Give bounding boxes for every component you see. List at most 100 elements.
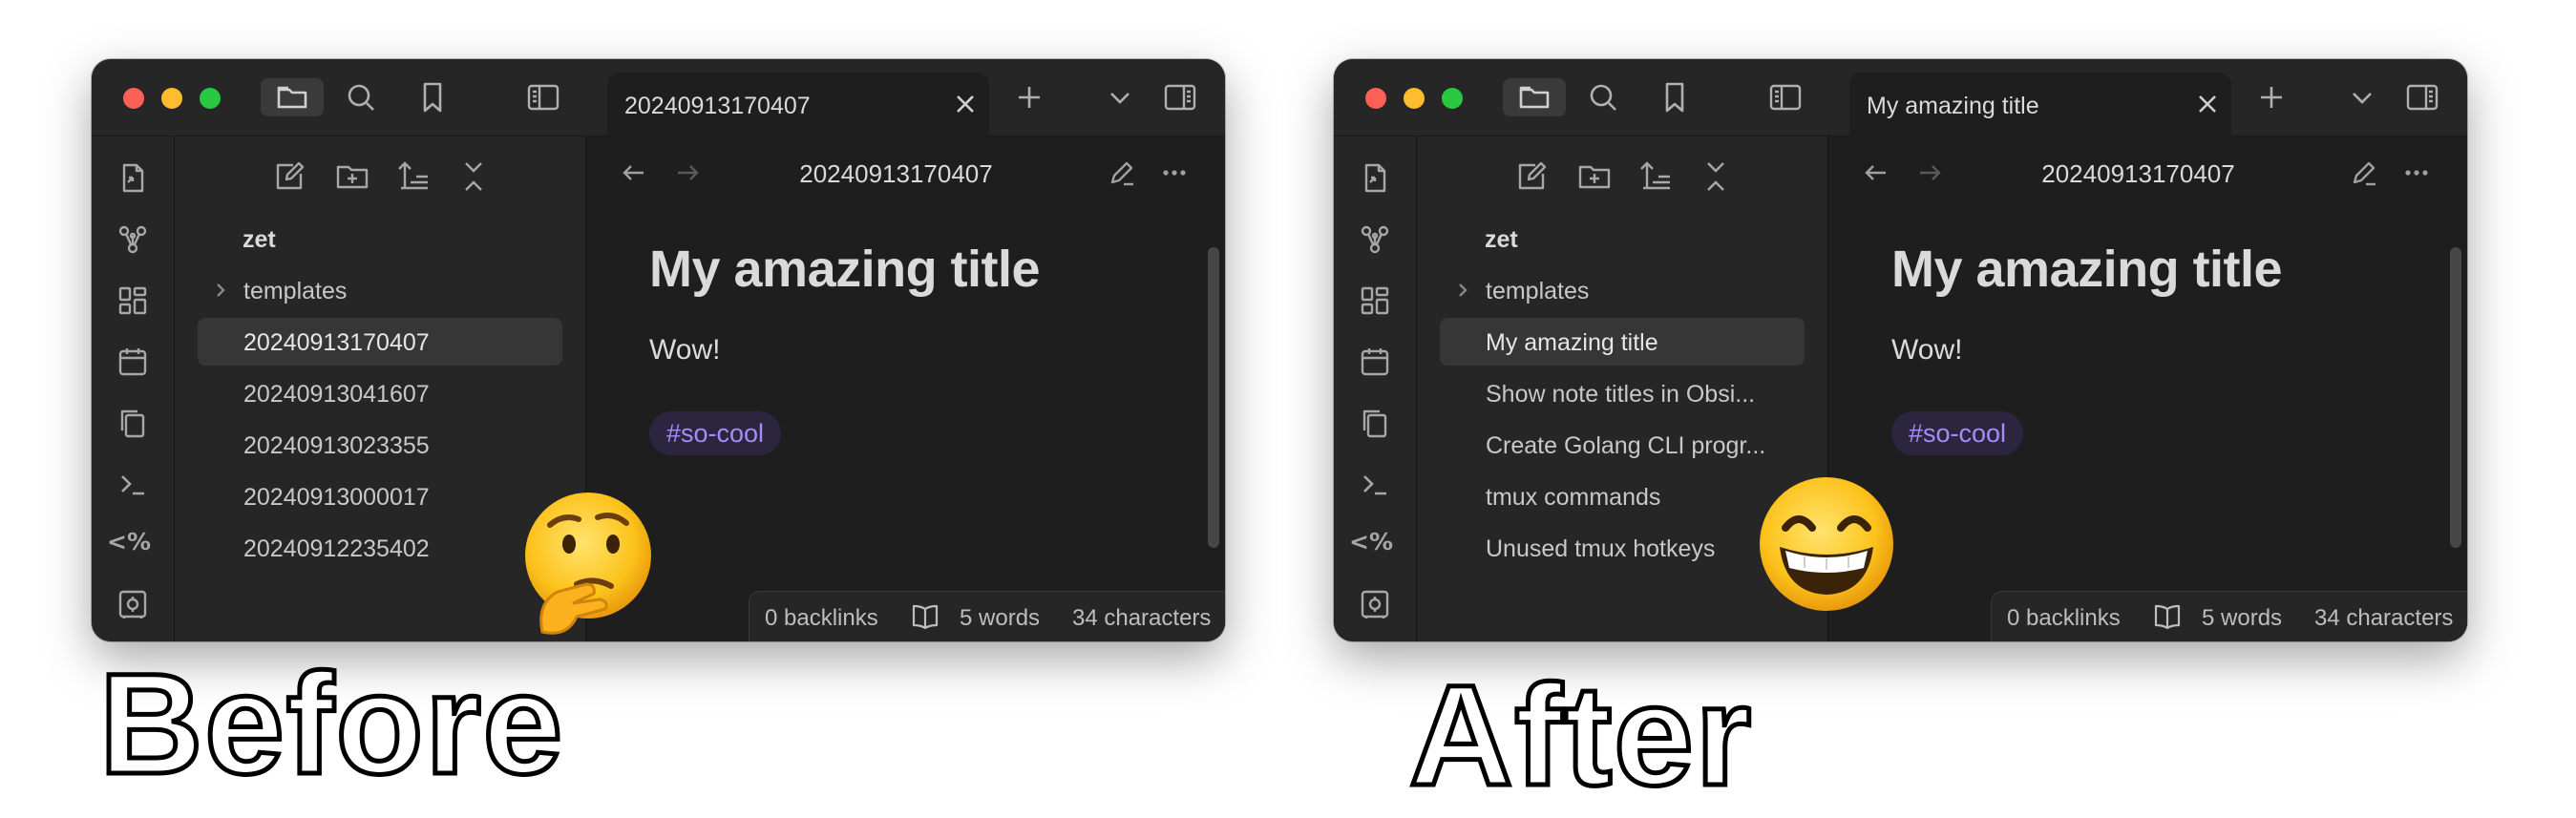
tab-list-icon[interactable] [1101, 78, 1139, 116]
collapse-all-icon[interactable] [454, 157, 493, 196]
word-count: 5 words [2202, 605, 2283, 631]
new-folder-icon[interactable] [333, 157, 371, 196]
right-sidebar-icon[interactable] [2403, 78, 2441, 116]
bookmark-icon[interactable] [413, 78, 452, 116]
scrollbar[interactable] [2442, 201, 2467, 641]
sidebar-toggle-icon[interactable] [1766, 78, 1805, 116]
new-folder-icon[interactable] [1575, 157, 1614, 196]
vault-name[interactable]: zet [1485, 226, 1518, 254]
calendar-icon[interactable] [1358, 345, 1392, 379]
file-item[interactable]: tmux commands [1440, 472, 1805, 520]
close-icon[interactable] [951, 90, 980, 118]
file-label: 20240912235402 [243, 535, 430, 562]
file-label: 20240913041607 [243, 381, 430, 408]
character-count: 34 characters [2314, 605, 2454, 631]
sidebar-toggle-icon[interactable] [524, 78, 562, 116]
zoom-window-button[interactable] [200, 88, 221, 109]
folder-templates[interactable]: templates [198, 266, 562, 314]
calendar-icon[interactable] [116, 345, 150, 379]
ribbon: <% [92, 136, 175, 641]
minimize-window-button[interactable] [1404, 88, 1425, 109]
templater-icon[interactable]: <% [107, 528, 151, 556]
caption-after: After [1406, 653, 1754, 818]
status-bar: 0 backlinks 5 words 34 characters [1991, 591, 2467, 641]
file-item[interactable]: Show note titles in Obsi... [1440, 369, 1805, 417]
zoom-window-button[interactable] [1442, 88, 1463, 109]
file-item[interactable]: 20240913023355 [198, 421, 562, 469]
vault-icon[interactable] [1358, 587, 1392, 621]
templater-icon[interactable]: <% [1349, 528, 1393, 556]
backlinks-count[interactable]: 0 backlinks [2007, 605, 2121, 632]
scrollbar-thumb[interactable] [1208, 247, 1219, 548]
new-note-icon[interactable] [270, 157, 308, 196]
edit-pencil-icon[interactable] [1105, 156, 1139, 190]
copy-icon[interactable] [116, 406, 150, 440]
file-item[interactable]: 20240913170407 [198, 318, 562, 366]
new-tab-icon[interactable] [1010, 78, 1048, 116]
folder-templates[interactable]: templates [1440, 266, 1805, 314]
vault-icon[interactable] [116, 587, 150, 621]
tag-pill[interactable]: #so-cool [649, 411, 782, 455]
search-icon[interactable] [1584, 78, 1622, 116]
note-heading[interactable]: My amazing title [649, 240, 1041, 299]
terminal-icon[interactable] [116, 467, 150, 501]
sort-icon[interactable] [393, 157, 432, 196]
close-window-button[interactable] [123, 88, 144, 109]
tab-active-note[interactable]: 20240913170407 [607, 73, 989, 136]
vault-name[interactable]: zet [243, 226, 276, 254]
terminal-icon[interactable] [1358, 467, 1392, 501]
status-bar: 0 backlinks 5 words 34 characters [749, 591, 1225, 641]
chevron-right-icon [1459, 283, 1467, 297]
note-paragraph[interactable]: Wow! [649, 334, 720, 367]
sort-icon[interactable] [1636, 157, 1674, 196]
canvas-icon[interactable] [1358, 283, 1392, 318]
new-tab-icon[interactable] [2252, 78, 2291, 116]
search-icon[interactable] [342, 78, 380, 116]
note-heading[interactable]: My amazing title [1891, 240, 2283, 299]
copy-icon[interactable] [1358, 406, 1392, 440]
collapse-all-icon[interactable] [1697, 157, 1735, 196]
folder-icon[interactable] [261, 78, 324, 116]
thinking-face-emoji-icon [525, 493, 651, 635]
bookmark-icon[interactable] [1656, 78, 1694, 116]
right-sidebar-icon[interactable] [1161, 78, 1199, 116]
title-bar: 20240913170407 [92, 59, 1225, 136]
edit-pencil-icon[interactable] [2347, 156, 2381, 190]
graph-icon[interactable] [1358, 222, 1392, 257]
file-label: 20240913023355 [243, 432, 430, 459]
minimize-window-button[interactable] [161, 88, 182, 109]
folder-icon[interactable] [1503, 78, 1566, 116]
new-note-icon[interactable] [1512, 157, 1551, 196]
more-options-icon[interactable] [2399, 156, 2434, 190]
file-item[interactable]: 20240913000017 [198, 472, 562, 520]
reading-view-icon[interactable] [910, 602, 940, 631]
obsidian-window-after: My amazing title <% zet templates My ama… [1334, 59, 2467, 641]
tab-active-note[interactable]: My amazing title [1849, 73, 2231, 136]
folder-label: templates [1486, 278, 1590, 304]
file-item[interactable]: Unused tmux hotkeys [1440, 524, 1805, 572]
word-count: 5 words [960, 605, 1041, 631]
tab-list-icon[interactable] [2343, 78, 2381, 116]
graph-icon[interactable] [116, 222, 150, 257]
scrollbar-thumb[interactable] [2450, 247, 2461, 548]
open-note-icon[interactable] [1358, 161, 1392, 196]
scrollbar[interactable] [1200, 201, 1225, 641]
backlinks-count[interactable]: 0 backlinks [765, 605, 878, 632]
close-window-button[interactable] [1365, 88, 1386, 109]
file-item[interactable]: Create Golang CLI progr... [1440, 421, 1805, 469]
reading-view-icon[interactable] [2152, 602, 2183, 631]
note-paragraph[interactable]: Wow! [1891, 334, 1962, 367]
file-label: Show note titles in Obsi... [1486, 381, 1756, 408]
tag-pill[interactable]: #so-cool [1891, 411, 2024, 455]
file-item[interactable]: My amazing title [1440, 318, 1805, 366]
file-item[interactable]: 20240912235402 [198, 524, 562, 572]
ribbon: <% [1334, 136, 1417, 641]
file-label: Unused tmux hotkeys [1486, 535, 1716, 562]
more-options-icon[interactable] [1157, 156, 1192, 190]
close-icon[interactable] [2193, 90, 2222, 118]
file-item[interactable]: 20240913041607 [198, 369, 562, 417]
canvas-icon[interactable] [116, 283, 150, 318]
open-note-icon[interactable] [116, 161, 150, 196]
file-label: 20240913170407 [243, 329, 430, 356]
chevron-right-icon [217, 283, 225, 297]
